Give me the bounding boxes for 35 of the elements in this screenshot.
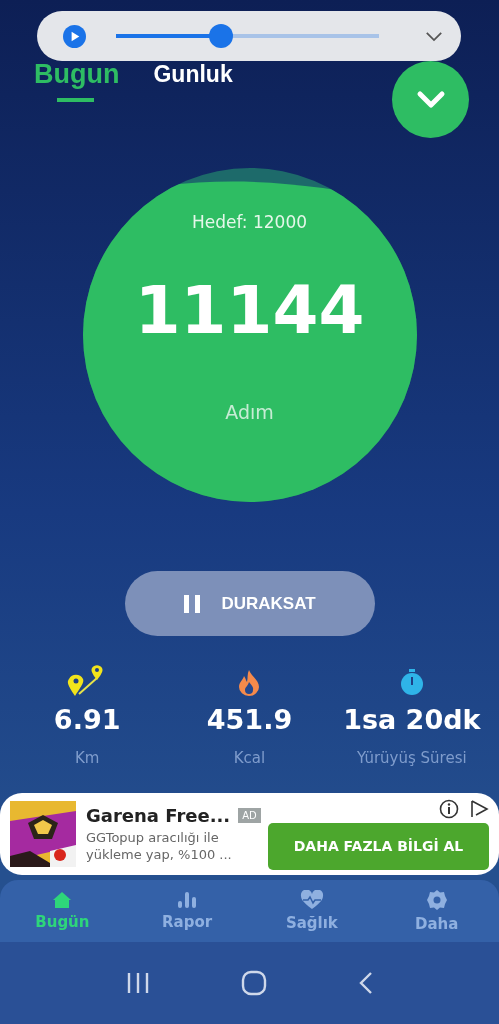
ad-badge: AD (238, 807, 261, 823)
tab[interactable]: Gunluk (153, 63, 233, 102)
stat-value: 451.9 (206, 704, 293, 735)
heart-pulse-icon (299, 890, 324, 910)
stat-label: Km (74, 749, 100, 767)
chevron-down-icon[interactable] (425, 30, 443, 42)
home-icon (52, 891, 73, 909)
goal-label: Hedef: 12000 (191, 212, 308, 232)
tab[interactable]: Bugun (34, 61, 120, 102)
ad-title: Garena Free... (86, 804, 231, 826)
pause-icon (183, 593, 202, 614)
settings-icon (425, 889, 448, 911)
chevron-down-icon (415, 89, 446, 110)
bar-chart-icon (176, 891, 199, 909)
nav-tab[interactable]: Rapor (137, 891, 238, 931)
nav-tab[interactable]: Sağlık (261, 890, 362, 932)
learn-more-button[interactable]: DAHA FAZLA BİLGİ AL (268, 822, 489, 870)
home-button-icon[interactable] (240, 970, 267, 996)
nav-tab[interactable]: Daha (386, 889, 487, 933)
step-count: 11144 (134, 272, 365, 349)
stat-label: Yürüyüş Süresi (356, 749, 467, 767)
ad-banner[interactable]: Garena Free... AD GGTopup aracılığı ile yükleme yap, %100 ... DAHA FAZLA BİLGİ AL (0, 793, 499, 875)
pause-button[interactable]: DURAKSAT (124, 571, 375, 636)
recent-apps-icon[interactable] (125, 972, 150, 994)
play-icon[interactable] (63, 24, 86, 48)
stat-value: 1sa 20dk (343, 704, 481, 735)
stat-label: Kcal (233, 749, 266, 767)
seek-slider[interactable] (116, 24, 379, 48)
step-unit: Adım (225, 401, 274, 423)
info-icon[interactable] (439, 798, 459, 819)
ad-choices-icon[interactable] (469, 798, 489, 819)
nav-tab[interactable]: Bugün (12, 891, 113, 931)
stat-value: 6.91 (53, 704, 121, 735)
back-icon[interactable] (357, 971, 374, 995)
ad-description: GGTopup aracılığı ile yükleme yap, %100 ... (86, 829, 233, 864)
